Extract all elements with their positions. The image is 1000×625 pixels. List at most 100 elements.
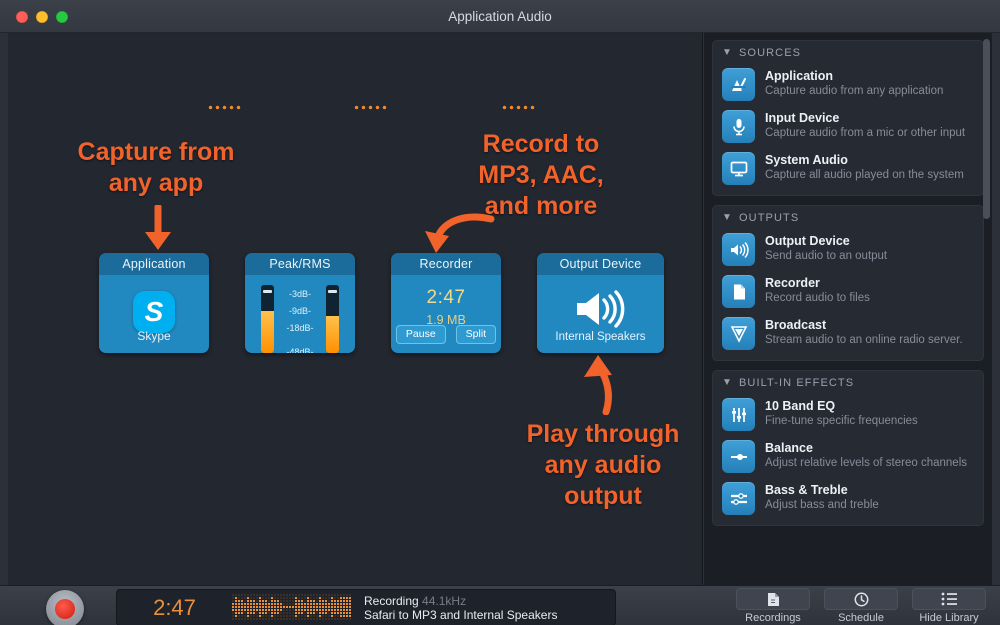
sidebar-item-input-device[interactable]: Input Device Capture audio from a mic or… — [713, 106, 983, 148]
sidebar-group-outputs-header[interactable]: ▼ OUTPUTS — [713, 206, 983, 229]
node-peak-rms[interactable]: Peak/RMS -3dB- -9dB- -18dB- -48dB- — [245, 253, 355, 353]
status-detail: Safari to MP3 and Internal Speakers — [364, 607, 558, 622]
sidebar-item-desc: Send audio to an output — [765, 250, 888, 262]
sidebar-item-title: Application — [765, 69, 834, 83]
annotation-play: Play through any audio output — [508, 419, 698, 512]
node-peak-rms-title: Peak/RMS — [245, 253, 355, 275]
sidebar-item-title: Output Device — [765, 234, 850, 248]
sidebar-item-title: System Audio — [765, 153, 848, 167]
sidebar-item-desc: Stream audio to an online radio server. — [765, 334, 963, 346]
sidebar-item-output-device[interactable]: Output Device Send audio to an output — [713, 229, 983, 271]
db-label: -9dB- — [288, 306, 311, 316]
app-window: Application Audio Application Skype Peak… — [0, 0, 1000, 625]
status-sample-rate: 44.1kHz — [422, 593, 467, 608]
db-label: -3dB- — [288, 289, 311, 299]
recordings-button[interactable]: Recordings — [736, 588, 810, 624]
equalizer-icon — [722, 398, 755, 431]
sidebar-item-desc: Capture audio from any application — [765, 85, 944, 97]
sidebar-item-title: Input Device — [765, 111, 840, 125]
speaker-icon — [722, 233, 755, 266]
pause-button[interactable]: Pause — [395, 324, 446, 344]
chevron-down-icon[interactable]: ▼ — [722, 48, 733, 58]
sidebar-item-text: Recorder Record audio to files — [765, 275, 870, 305]
sidebar-item-title: Broadcast — [765, 318, 827, 332]
annotation-play-line2: any audio — [544, 451, 662, 479]
split-button[interactable]: Split — [455, 324, 497, 344]
sidebar-item-title: 10 Band EQ — [765, 399, 836, 413]
connection-recorder-to-output — [501, 105, 535, 110]
sidebar-item-desc: Adjust bass and treble — [765, 499, 879, 511]
node-application[interactable]: Application Skype — [99, 253, 209, 353]
sidebar-item-text: 10 Band EQ Fine-tune specific frequencie… — [765, 398, 918, 428]
application-icon — [722, 68, 755, 101]
broadcast-icon — [722, 317, 755, 350]
status-text: Recording 44.1kHz Safari to MP3 and Inte… — [364, 594, 557, 622]
skype-icon — [133, 291, 175, 333]
window-title: Application Audio — [448, 9, 552, 24]
clock-icon — [824, 588, 898, 610]
annotation-record-arrow-icon — [425, 213, 495, 253]
sidebar-item-system-audio[interactable]: System Audio Capture all audio played on… — [713, 148, 983, 190]
speaker-icon-wrap — [537, 289, 664, 334]
node-recorder[interactable]: Recorder 2:47 1.9 MB Pause Split — [391, 253, 501, 353]
annotation-play-line3: output — [564, 482, 642, 510]
chevron-down-icon[interactable]: ▼ — [722, 213, 733, 223]
routing-canvas[interactable]: Application Skype Peak/RMS — [8, 33, 703, 585]
sidebar-item-text: Input Device Capture audio from a mic or… — [765, 110, 965, 140]
annotation-capture-line1: Capture from — [77, 138, 235, 166]
sidebar-item-desc: Capture audio from a mic or other input — [765, 127, 966, 139]
sidebar-group-effects-title: BUILT-IN EFFECTS — [739, 377, 855, 389]
bass-treble-icon — [722, 482, 755, 515]
sidebar-item-desc: Record audio to files — [765, 292, 870, 304]
toolbar-buttons: Recordings Schedule Hide Library — [736, 588, 986, 624]
record-dot-icon — [55, 599, 75, 619]
db-label: -48dB- — [286, 347, 314, 354]
hide-library-button[interactable]: Hide Library — [912, 588, 986, 624]
sidebar-scrollbar[interactable] — [983, 39, 990, 219]
sidebar-item-balance[interactable]: Balance Adjust relative levels of stereo… — [713, 436, 983, 478]
annotation-record: Record to MP3, AAC, and more — [426, 129, 656, 222]
sidebar-group-builtin-effects: ▼ BUILT-IN EFFECTS 10 Band EQ Fine-tune … — [712, 370, 984, 526]
microphone-icon — [722, 110, 755, 143]
sidebar-item-10-band-eq[interactable]: 10 Band EQ Fine-tune specific frequencie… — [713, 394, 983, 436]
sidebar-group-outputs: ▼ OUTPUTS Output Device Send audio to an… — [712, 205, 984, 361]
annotation-record-line2: MP3, AAC, — [478, 161, 604, 189]
schedule-button-label: Schedule — [838, 612, 884, 624]
sidebar-item-application[interactable]: Application Capture audio from any appli… — [713, 64, 983, 106]
db-scale: -3dB- -9dB- -18dB- -48dB- — [245, 285, 355, 354]
waveform-display — [232, 593, 352, 622]
hide-library-button-label: Hide Library — [919, 612, 979, 624]
annotation-capture: Capture from any app — [46, 137, 266, 199]
node-output-device[interactable]: Output Device Internal Speakers — [537, 253, 664, 353]
recordings-icon — [736, 588, 810, 610]
chevron-down-icon[interactable]: ▼ — [722, 378, 733, 388]
annotation-record-line1: Record to — [482, 130, 600, 158]
sidebar-group-effects-header[interactable]: ▼ BUILT-IN EFFECTS — [713, 371, 983, 394]
node-application-app-name: Skype — [137, 329, 171, 343]
node-recorder-body[interactable]: 2:47 1.9 MB Pause Split — [391, 275, 501, 353]
bottom-toolbar: 2:47 Recording 44.1kHz Safari to MP3 and… — [0, 585, 1000, 625]
sidebar-group-sources-header[interactable]: ▼ SOURCES — [713, 41, 983, 64]
list-icon — [912, 588, 986, 610]
sidebar-group-sources-title: SOURCES — [739, 47, 802, 59]
library-sidebar[interactable]: ▼ SOURCES Application Capture audio from… — [704, 33, 992, 585]
sidebar-item-broadcast[interactable]: Broadcast Stream audio to an online radi… — [713, 313, 983, 355]
balance-icon — [722, 440, 755, 473]
status-label: Recording — [364, 593, 419, 608]
node-peak-rms-body[interactable]: -3dB- -9dB- -18dB- -48dB- — [245, 275, 355, 353]
sidebar-item-desc: Capture all audio played on the system — [765, 169, 964, 181]
recorder-elapsed-time: 2:47 — [426, 287, 466, 308]
sidebar-item-recorder[interactable]: Recorder Record audio to files — [713, 271, 983, 313]
node-output-device-body[interactable]: Internal Speakers — [537, 275, 664, 353]
sidebar-item-bass-treble[interactable]: Bass & Treble Adjust bass and treble — [713, 478, 983, 520]
sidebar-item-text: System Audio Capture all audio played on… — [765, 152, 964, 182]
speaker-icon — [576, 290, 624, 328]
status-display: 2:47 Recording 44.1kHz Safari to MP3 and… — [116, 589, 616, 625]
sidebar-group-sources: ▼ SOURCES Application Capture audio from… — [712, 40, 984, 196]
schedule-button[interactable]: Schedule — [824, 588, 898, 624]
display-icon — [722, 152, 755, 185]
node-application-body[interactable]: Skype — [99, 275, 209, 353]
sidebar-item-desc: Adjust relative levels of stereo channel… — [765, 457, 967, 469]
record-button[interactable] — [46, 590, 84, 625]
sidebar-group-outputs-title: OUTPUTS — [739, 212, 800, 224]
